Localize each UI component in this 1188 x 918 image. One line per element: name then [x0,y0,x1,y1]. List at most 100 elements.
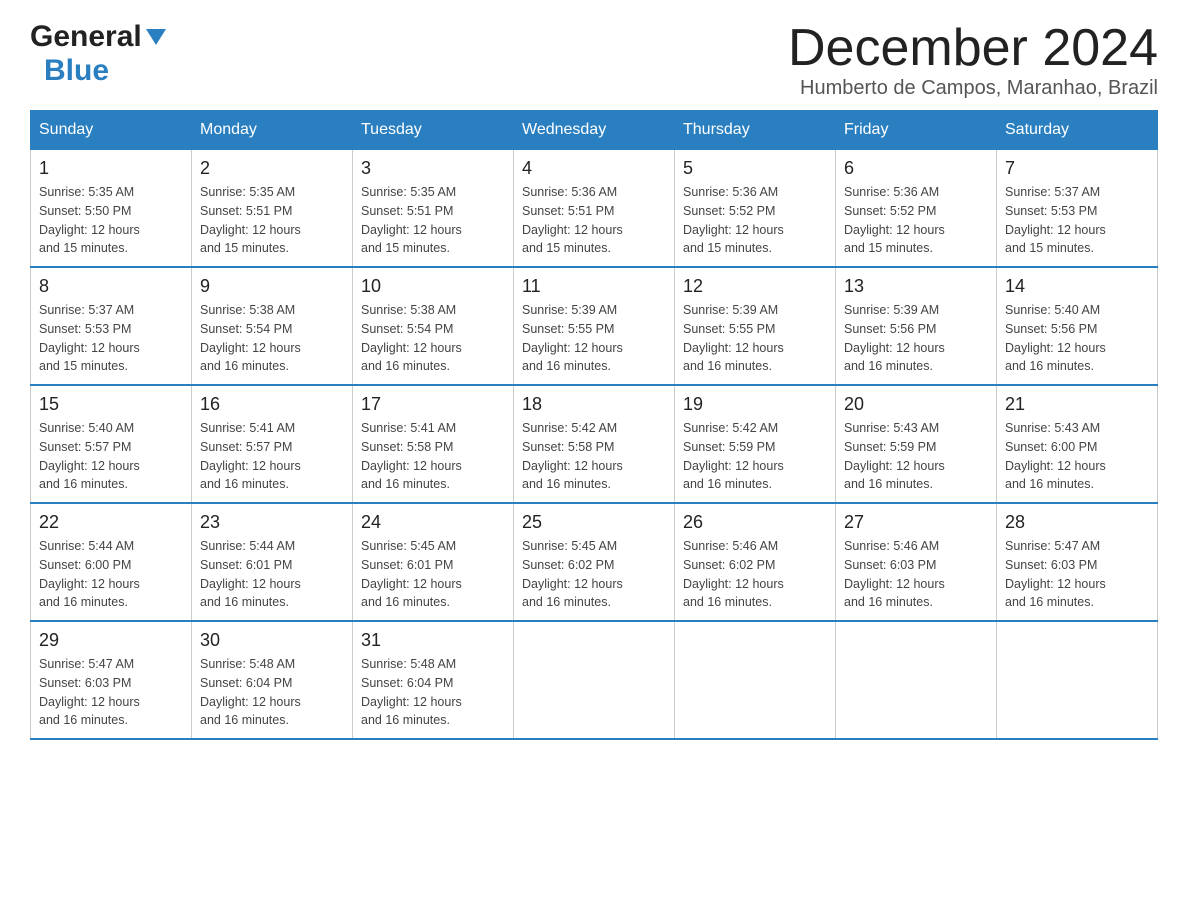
calendar-cell: 27 Sunrise: 5:46 AM Sunset: 6:03 PM Dayl… [836,503,997,621]
day-info: Sunrise: 5:47 AM Sunset: 6:03 PM Dayligh… [1005,539,1106,609]
calendar-cell: 23 Sunrise: 5:44 AM Sunset: 6:01 PM Dayl… [192,503,353,621]
calendar-week-3: 15 Sunrise: 5:40 AM Sunset: 5:57 PM Dayl… [31,385,1158,503]
day-number: 16 [200,394,344,415]
weekday-header-monday: Monday [192,111,353,150]
day-info: Sunrise: 5:41 AM Sunset: 5:58 PM Dayligh… [361,421,462,491]
calendar-cell [514,621,675,739]
weekday-header-row: SundayMondayTuesdayWednesdayThursdayFrid… [31,111,1158,150]
calendar-cell: 1 Sunrise: 5:35 AM Sunset: 5:50 PM Dayli… [31,150,192,268]
day-number: 28 [1005,512,1149,533]
calendar-cell: 20 Sunrise: 5:43 AM Sunset: 5:59 PM Dayl… [836,385,997,503]
weekday-header-saturday: Saturday [997,111,1158,150]
day-number: 15 [39,394,183,415]
day-number: 25 [522,512,666,533]
day-number: 26 [683,512,827,533]
day-info: Sunrise: 5:38 AM Sunset: 5:54 PM Dayligh… [200,303,301,373]
calendar-cell: 21 Sunrise: 5:43 AM Sunset: 6:00 PM Dayl… [997,385,1158,503]
calendar-cell: 25 Sunrise: 5:45 AM Sunset: 6:02 PM Dayl… [514,503,675,621]
logo: General Blue [30,20,166,88]
calendar-cell: 11 Sunrise: 5:39 AM Sunset: 5:55 PM Dayl… [514,267,675,385]
calendar-week-2: 8 Sunrise: 5:37 AM Sunset: 5:53 PM Dayli… [31,267,1158,385]
day-info: Sunrise: 5:36 AM Sunset: 5:52 PM Dayligh… [844,185,945,255]
calendar-cell: 18 Sunrise: 5:42 AM Sunset: 5:58 PM Dayl… [514,385,675,503]
day-number: 13 [844,276,988,297]
day-number: 29 [39,630,183,651]
calendar-cell: 26 Sunrise: 5:46 AM Sunset: 6:02 PM Dayl… [675,503,836,621]
weekday-header-tuesday: Tuesday [353,111,514,150]
calendar-cell: 16 Sunrise: 5:41 AM Sunset: 5:57 PM Dayl… [192,385,353,503]
logo-blue-text: Blue [44,54,109,87]
day-info: Sunrise: 5:38 AM Sunset: 5:54 PM Dayligh… [361,303,462,373]
day-info: Sunrise: 5:43 AM Sunset: 6:00 PM Dayligh… [1005,421,1106,491]
calendar-cell: 12 Sunrise: 5:39 AM Sunset: 5:55 PM Dayl… [675,267,836,385]
day-number: 4 [522,158,666,179]
day-info: Sunrise: 5:45 AM Sunset: 6:02 PM Dayligh… [522,539,623,609]
calendar-week-5: 29 Sunrise: 5:47 AM Sunset: 6:03 PM Dayl… [31,621,1158,739]
calendar-cell: 4 Sunrise: 5:36 AM Sunset: 5:51 PM Dayli… [514,150,675,268]
day-number: 14 [1005,276,1149,297]
day-number: 5 [683,158,827,179]
day-number: 11 [522,276,666,297]
day-info: Sunrise: 5:42 AM Sunset: 5:58 PM Dayligh… [522,421,623,491]
page-header: General Blue December 2024 Humberto de C… [30,20,1158,100]
calendar-week-1: 1 Sunrise: 5:35 AM Sunset: 5:50 PM Dayli… [31,150,1158,268]
calendar-cell: 22 Sunrise: 5:44 AM Sunset: 6:00 PM Dayl… [31,503,192,621]
day-number: 19 [683,394,827,415]
day-info: Sunrise: 5:46 AM Sunset: 6:02 PM Dayligh… [683,539,784,609]
day-number: 27 [844,512,988,533]
title-block: December 2024 Humberto de Campos, Maranh… [788,20,1158,100]
day-number: 18 [522,394,666,415]
day-info: Sunrise: 5:35 AM Sunset: 5:50 PM Dayligh… [39,185,140,255]
day-number: 10 [361,276,505,297]
logo-general-text: General [30,20,142,54]
calendar-cell: 2 Sunrise: 5:35 AM Sunset: 5:51 PM Dayli… [192,150,353,268]
calendar-cell: 9 Sunrise: 5:38 AM Sunset: 5:54 PM Dayli… [192,267,353,385]
day-number: 3 [361,158,505,179]
day-info: Sunrise: 5:39 AM Sunset: 5:55 PM Dayligh… [522,303,623,373]
day-info: Sunrise: 5:36 AM Sunset: 5:51 PM Dayligh… [522,185,623,255]
day-number: 12 [683,276,827,297]
day-number: 17 [361,394,505,415]
calendar-cell: 10 Sunrise: 5:38 AM Sunset: 5:54 PM Dayl… [353,267,514,385]
day-info: Sunrise: 5:40 AM Sunset: 5:57 PM Dayligh… [39,421,140,491]
day-number: 20 [844,394,988,415]
day-number: 24 [361,512,505,533]
calendar-cell: 14 Sunrise: 5:40 AM Sunset: 5:56 PM Dayl… [997,267,1158,385]
calendar-body: 1 Sunrise: 5:35 AM Sunset: 5:50 PM Dayli… [31,150,1158,740]
day-number: 1 [39,158,183,179]
page-title: December 2024 [788,20,1158,77]
calendar-cell: 15 Sunrise: 5:40 AM Sunset: 5:57 PM Dayl… [31,385,192,503]
day-info: Sunrise: 5:37 AM Sunset: 5:53 PM Dayligh… [1005,185,1106,255]
day-info: Sunrise: 5:35 AM Sunset: 5:51 PM Dayligh… [200,185,301,255]
day-number: 21 [1005,394,1149,415]
calendar-cell [997,621,1158,739]
weekday-header-friday: Friday [836,111,997,150]
calendar-cell: 30 Sunrise: 5:48 AM Sunset: 6:04 PM Dayl… [192,621,353,739]
day-info: Sunrise: 5:44 AM Sunset: 6:01 PM Dayligh… [200,539,301,609]
day-number: 7 [1005,158,1149,179]
calendar-cell: 13 Sunrise: 5:39 AM Sunset: 5:56 PM Dayl… [836,267,997,385]
day-number: 30 [200,630,344,651]
day-info: Sunrise: 5:44 AM Sunset: 6:00 PM Dayligh… [39,539,140,609]
calendar-week-4: 22 Sunrise: 5:44 AM Sunset: 6:00 PM Dayl… [31,503,1158,621]
day-info: Sunrise: 5:41 AM Sunset: 5:57 PM Dayligh… [200,421,301,491]
day-number: 2 [200,158,344,179]
calendar-cell: 8 Sunrise: 5:37 AM Sunset: 5:53 PM Dayli… [31,267,192,385]
day-info: Sunrise: 5:37 AM Sunset: 5:53 PM Dayligh… [39,303,140,373]
calendar-cell: 28 Sunrise: 5:47 AM Sunset: 6:03 PM Dayl… [997,503,1158,621]
day-number: 8 [39,276,183,297]
calendar-cell: 24 Sunrise: 5:45 AM Sunset: 6:01 PM Dayl… [353,503,514,621]
calendar-header: SundayMondayTuesdayWednesdayThursdayFrid… [31,111,1158,150]
day-info: Sunrise: 5:39 AM Sunset: 5:56 PM Dayligh… [844,303,945,373]
day-number: 6 [844,158,988,179]
day-number: 9 [200,276,344,297]
day-number: 31 [361,630,505,651]
calendar-cell: 31 Sunrise: 5:48 AM Sunset: 6:04 PM Dayl… [353,621,514,739]
day-info: Sunrise: 5:46 AM Sunset: 6:03 PM Dayligh… [844,539,945,609]
day-info: Sunrise: 5:40 AM Sunset: 5:56 PM Dayligh… [1005,303,1106,373]
day-info: Sunrise: 5:35 AM Sunset: 5:51 PM Dayligh… [361,185,462,255]
calendar-cell: 7 Sunrise: 5:37 AM Sunset: 5:53 PM Dayli… [997,150,1158,268]
calendar-cell [675,621,836,739]
calendar-cell: 29 Sunrise: 5:47 AM Sunset: 6:03 PM Dayl… [31,621,192,739]
logo-triangle-icon [146,29,166,50]
